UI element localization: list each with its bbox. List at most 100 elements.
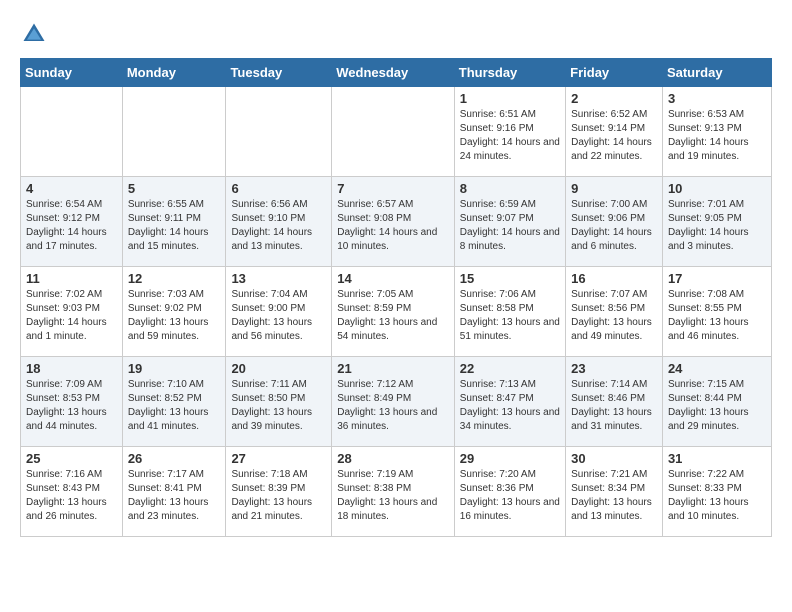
calendar-cell bbox=[332, 87, 455, 177]
cell-date-number: 2 bbox=[571, 91, 657, 106]
calendar-week-row: 4 Sunrise: 6:54 AM Sunset: 9:12 PM Daylig… bbox=[21, 177, 772, 267]
calendar-cell: 12 Sunrise: 7:03 AM Sunset: 9:02 PM Dayli… bbox=[122, 267, 226, 357]
cell-date-number: 16 bbox=[571, 271, 657, 286]
cell-info-text: Sunrise: 7:19 AM Sunset: 8:38 PM Dayligh… bbox=[337, 468, 449, 524]
calendar-cell: 22 Sunrise: 7:13 AM Sunset: 8:47 PM Dayli… bbox=[454, 357, 565, 447]
calendar-cell: 29 Sunrise: 7:20 AM Sunset: 8:36 PM Dayli… bbox=[454, 447, 565, 537]
header-day: Friday bbox=[566, 59, 663, 87]
calendar-week-row: 11 Sunrise: 7:02 AM Sunset: 9:03 PM Dayli… bbox=[21, 267, 772, 357]
cell-info-text: Sunrise: 7:01 AM Sunset: 9:05 PM Dayligh… bbox=[668, 198, 766, 254]
cell-info-text: Sunrise: 6:57 AM Sunset: 9:08 PM Dayligh… bbox=[337, 198, 449, 254]
cell-date-number: 23 bbox=[571, 361, 657, 376]
calendar-cell: 9 Sunrise: 7:00 AM Sunset: 9:06 PM Daylig… bbox=[566, 177, 663, 267]
cell-date-number: 25 bbox=[26, 451, 117, 466]
cell-info-text: Sunrise: 7:14 AM Sunset: 8:46 PM Dayligh… bbox=[571, 378, 657, 434]
calendar-cell: 11 Sunrise: 7:02 AM Sunset: 9:03 PM Dayli… bbox=[21, 267, 123, 357]
logo-icon bbox=[20, 20, 48, 48]
calendar-cell: 2Sunrise: 6:52 AM Sunset: 9:14 PM Daylig… bbox=[566, 87, 663, 177]
cell-info-text: Sunrise: 6:51 AM Sunset: 9:16 PM Dayligh… bbox=[460, 108, 560, 164]
cell-info-text: Sunrise: 7:15 AM Sunset: 8:44 PM Dayligh… bbox=[668, 378, 766, 434]
header-day: Sunday bbox=[21, 59, 123, 87]
cell-info-text: Sunrise: 6:59 AM Sunset: 9:07 PM Dayligh… bbox=[460, 198, 560, 254]
calendar-cell: 5 Sunrise: 6:55 AM Sunset: 9:11 PM Daylig… bbox=[122, 177, 226, 267]
calendar-cell: 26 Sunrise: 7:17 AM Sunset: 8:41 PM Dayli… bbox=[122, 447, 226, 537]
calendar-cell: 1 Sunrise: 6:51 AM Sunset: 9:16 PM Daylig… bbox=[454, 87, 565, 177]
cell-info-text: Sunrise: 7:04 AM Sunset: 9:00 PM Dayligh… bbox=[231, 288, 326, 344]
cell-date-number: 9 bbox=[571, 181, 657, 196]
cell-date-number: 12 bbox=[128, 271, 221, 286]
calendar-cell: 16 Sunrise: 7:07 AM Sunset: 8:56 PM Dayli… bbox=[566, 267, 663, 357]
calendar-cell: 13 Sunrise: 7:04 AM Sunset: 9:00 PM Dayli… bbox=[226, 267, 332, 357]
cell-date-number: 29 bbox=[460, 451, 560, 466]
calendar-week-row: 18 Sunrise: 7:09 AM Sunset: 8:53 PM Dayli… bbox=[21, 357, 772, 447]
cell-date-number: 8 bbox=[460, 181, 560, 196]
cell-info-text: Sunrise: 7:00 AM Sunset: 9:06 PM Dayligh… bbox=[571, 198, 657, 254]
cell-info-text: Sunrise: 7:10 AM Sunset: 8:52 PM Dayligh… bbox=[128, 378, 221, 434]
cell-date-number: 15 bbox=[460, 271, 560, 286]
cell-info-text: Sunrise: 7:20 AM Sunset: 8:36 PM Dayligh… bbox=[460, 468, 560, 524]
calendar-cell: 4 Sunrise: 6:54 AM Sunset: 9:12 PM Daylig… bbox=[21, 177, 123, 267]
cell-info-text: Sunrise: 6:55 AM Sunset: 9:11 PM Dayligh… bbox=[128, 198, 221, 254]
cell-info-text: Sunrise: 7:07 AM Sunset: 8:56 PM Dayligh… bbox=[571, 288, 657, 344]
cell-info-text: Sunrise: 7:16 AM Sunset: 8:43 PM Dayligh… bbox=[26, 468, 117, 524]
calendar-cell: 28Sunrise: 7:19 AM Sunset: 8:38 PM Dayli… bbox=[332, 447, 455, 537]
cell-date-number: 1 bbox=[460, 91, 560, 106]
calendar-cell: 30Sunrise: 7:21 AM Sunset: 8:34 PM Dayli… bbox=[566, 447, 663, 537]
calendar-cell: 7 Sunrise: 6:57 AM Sunset: 9:08 PM Daylig… bbox=[332, 177, 455, 267]
cell-info-text: Sunrise: 7:22 AM Sunset: 8:33 PM Dayligh… bbox=[668, 468, 766, 524]
calendar-cell: 20 Sunrise: 7:11 AM Sunset: 8:50 PM Dayli… bbox=[226, 357, 332, 447]
cell-info-text: Sunrise: 6:54 AM Sunset: 9:12 PM Dayligh… bbox=[26, 198, 117, 254]
header-day: Saturday bbox=[662, 59, 771, 87]
cell-info-text: Sunrise: 7:12 AM Sunset: 8:49 PM Dayligh… bbox=[337, 378, 449, 434]
cell-info-text: Sunrise: 7:17 AM Sunset: 8:41 PM Dayligh… bbox=[128, 468, 221, 524]
cell-date-number: 20 bbox=[231, 361, 326, 376]
cell-date-number: 4 bbox=[26, 181, 117, 196]
calendar-cell: 27Sunrise: 7:18 AM Sunset: 8:39 PM Dayli… bbox=[226, 447, 332, 537]
cell-date-number: 18 bbox=[26, 361, 117, 376]
calendar-body: 1 Sunrise: 6:51 AM Sunset: 9:16 PM Daylig… bbox=[21, 87, 772, 537]
calendar-cell: 25 Sunrise: 7:16 AM Sunset: 8:43 PM Dayli… bbox=[21, 447, 123, 537]
cell-date-number: 5 bbox=[128, 181, 221, 196]
calendar-cell: 14Sunrise: 7:05 AM Sunset: 8:59 PM Dayli… bbox=[332, 267, 455, 357]
calendar-cell: 6 Sunrise: 6:56 AM Sunset: 9:10 PM Daylig… bbox=[226, 177, 332, 267]
cell-date-number: 10 bbox=[668, 181, 766, 196]
calendar-week-row: 25 Sunrise: 7:16 AM Sunset: 8:43 PM Dayli… bbox=[21, 447, 772, 537]
cell-info-text: Sunrise: 7:05 AM Sunset: 8:59 PM Dayligh… bbox=[337, 288, 449, 344]
calendar-cell: 17 Sunrise: 7:08 AM Sunset: 8:55 PM Dayli… bbox=[662, 267, 771, 357]
calendar-cell: 19Sunrise: 7:10 AM Sunset: 8:52 PM Dayli… bbox=[122, 357, 226, 447]
cell-info-text: Sunrise: 7:09 AM Sunset: 8:53 PM Dayligh… bbox=[26, 378, 117, 434]
calendar-table: SundayMondayTuesdayWednesdayThursdayFrid… bbox=[20, 58, 772, 537]
cell-info-text: Sunrise: 6:53 AM Sunset: 9:13 PM Dayligh… bbox=[668, 108, 766, 164]
cell-info-text: Sunrise: 6:56 AM Sunset: 9:10 PM Dayligh… bbox=[231, 198, 326, 254]
cell-date-number: 30 bbox=[571, 451, 657, 466]
cell-date-number: 7 bbox=[337, 181, 449, 196]
cell-date-number: 26 bbox=[128, 451, 221, 466]
calendar-header: SundayMondayTuesdayWednesdayThursdayFrid… bbox=[21, 59, 772, 87]
calendar-cell: 8 Sunrise: 6:59 AM Sunset: 9:07 PM Daylig… bbox=[454, 177, 565, 267]
calendar-cell: 10 Sunrise: 7:01 AM Sunset: 9:05 PM Dayli… bbox=[662, 177, 771, 267]
cell-info-text: Sunrise: 7:06 AM Sunset: 8:58 PM Dayligh… bbox=[460, 288, 560, 344]
page-header bbox=[20, 20, 772, 48]
cell-date-number: 22 bbox=[460, 361, 560, 376]
calendar-cell bbox=[21, 87, 123, 177]
cell-info-text: Sunrise: 7:11 AM Sunset: 8:50 PM Dayligh… bbox=[231, 378, 326, 434]
cell-date-number: 13 bbox=[231, 271, 326, 286]
cell-date-number: 11 bbox=[26, 271, 117, 286]
cell-date-number: 24 bbox=[668, 361, 766, 376]
calendar-cell: 3 Sunrise: 6:53 AM Sunset: 9:13 PM Daylig… bbox=[662, 87, 771, 177]
header-day: Tuesday bbox=[226, 59, 332, 87]
header-day: Wednesday bbox=[332, 59, 455, 87]
header-row: SundayMondayTuesdayWednesdayThursdayFrid… bbox=[21, 59, 772, 87]
cell-date-number: 17 bbox=[668, 271, 766, 286]
cell-info-text: Sunrise: 7:03 AM Sunset: 9:02 PM Dayligh… bbox=[128, 288, 221, 344]
cell-date-number: 6 bbox=[231, 181, 326, 196]
cell-info-text: Sunrise: 7:02 AM Sunset: 9:03 PM Dayligh… bbox=[26, 288, 117, 344]
calendar-cell: 21 Sunrise: 7:12 AM Sunset: 8:49 PM Dayli… bbox=[332, 357, 455, 447]
cell-info-text: Sunrise: 7:13 AM Sunset: 8:47 PM Dayligh… bbox=[460, 378, 560, 434]
cell-date-number: 3 bbox=[668, 91, 766, 106]
cell-date-number: 27 bbox=[231, 451, 326, 466]
cell-date-number: 21 bbox=[337, 361, 449, 376]
calendar-cell: 31Sunrise: 7:22 AM Sunset: 8:33 PM Dayli… bbox=[662, 447, 771, 537]
calendar-week-row: 1 Sunrise: 6:51 AM Sunset: 9:16 PM Daylig… bbox=[21, 87, 772, 177]
cell-info-text: Sunrise: 7:08 AM Sunset: 8:55 PM Dayligh… bbox=[668, 288, 766, 344]
